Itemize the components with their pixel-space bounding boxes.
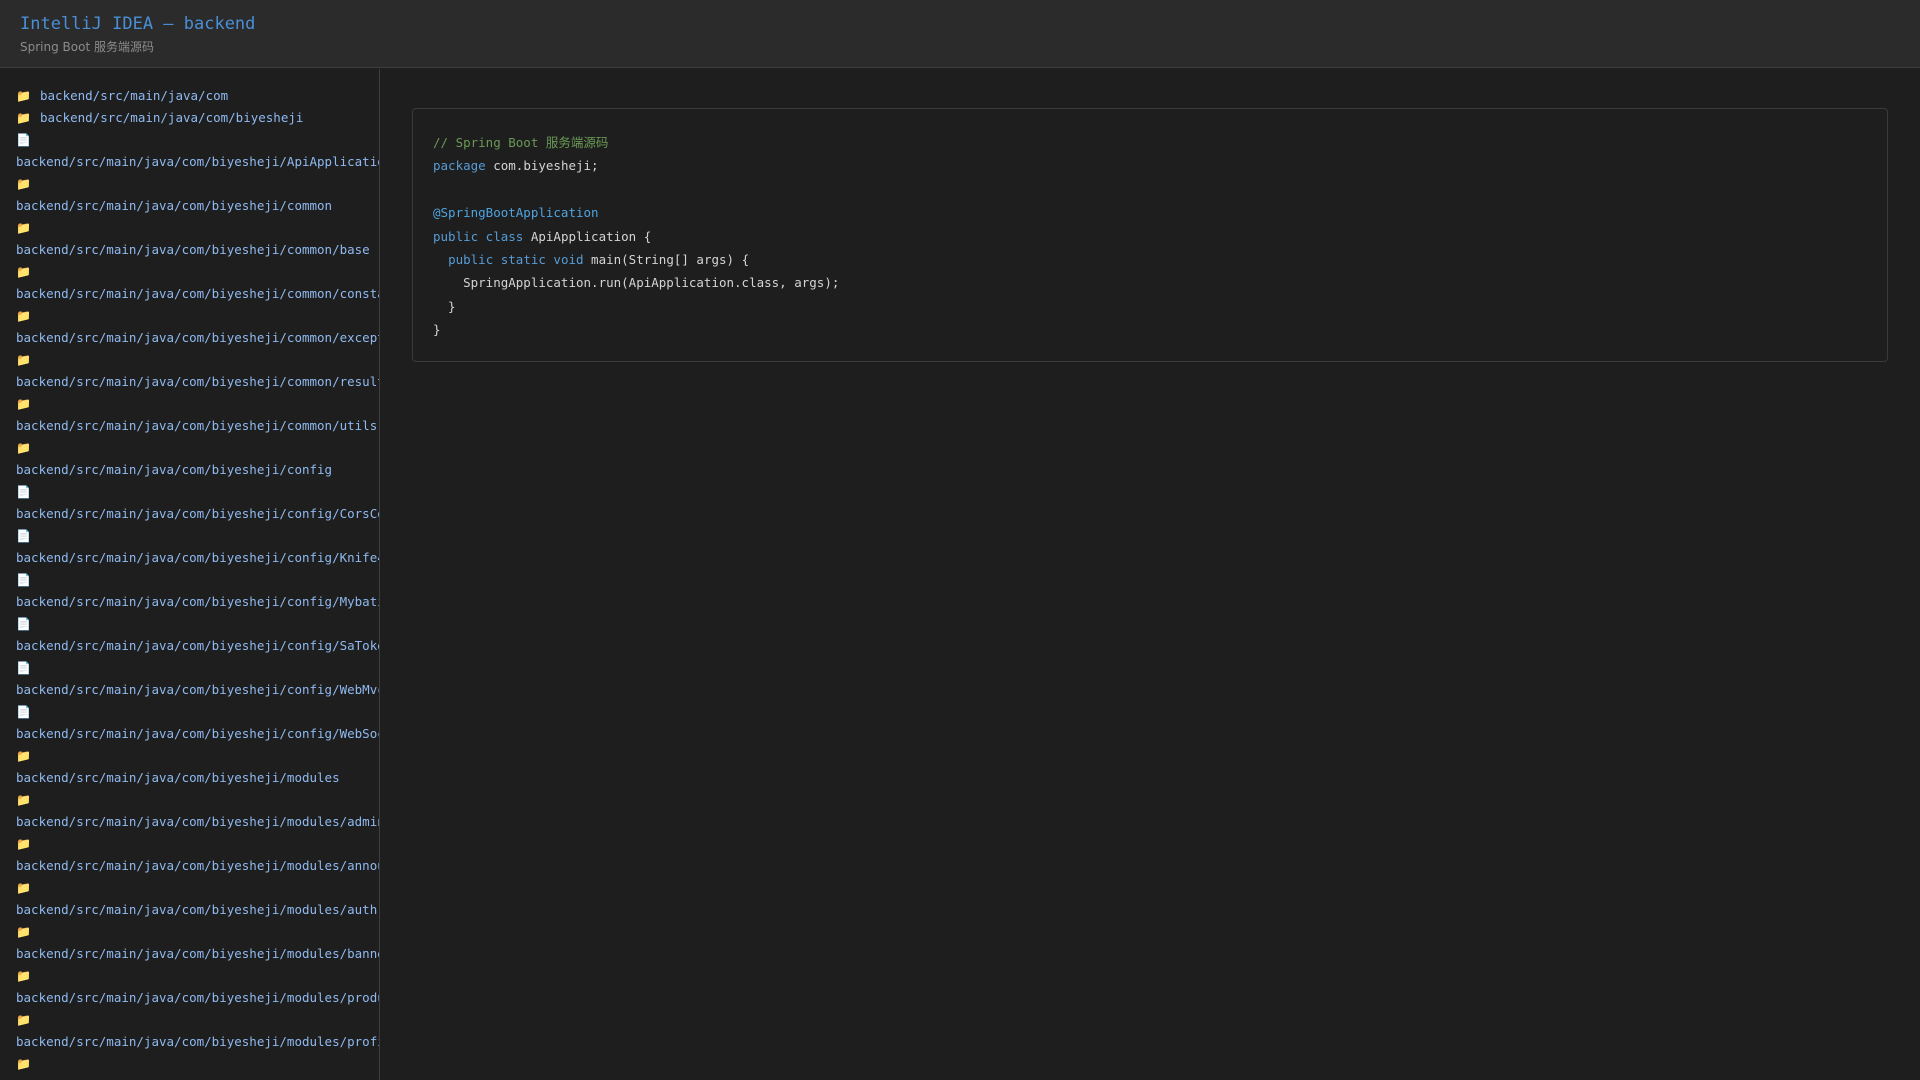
code-token: public class <box>433 228 524 244</box>
tree-item-path: backend/src/main/java/com/biyesheji/conf… <box>16 462 333 477</box>
tree-file-item[interactable]: 📄 backend/src/main/java/com/biyesheji/con… <box>16 613 379 657</box>
code-line: } <box>433 318 1867 341</box>
tree-folder-item[interactable]: 📁 backend/src/main/java/com/biyesheji/com… <box>16 305 380 349</box>
code-token: public static void <box>448 251 584 267</box>
tree-item-path: backend/src/main/java/com/biyesheji/conf… <box>16 638 379 653</box>
folder-icon: 📁 <box>16 969 31 983</box>
tree-folder-item[interactable]: 📁 backend/src/main/java/com/biyesheji/com… <box>16 393 379 437</box>
code-line: public class ApiApplication { <box>433 225 1867 248</box>
tree-item-path: backend/src/main/java/com/biyesheji/modu… <box>16 990 380 1005</box>
tree-folder-item[interactable]: 📁 backend/src/main/java/com/biyesheji/mod… <box>16 745 379 789</box>
folder-icon: 📁 <box>16 925 31 939</box>
code-token: } <box>433 298 456 314</box>
file-icon: 📄 <box>16 485 31 499</box>
tree-item-path: backend/src/main/java/com/biyesheji/modu… <box>16 770 340 785</box>
tree-item-path: backend/src/main/java/com/biyesheji/conf… <box>16 726 379 741</box>
code-line: public static void main(String[] args) { <box>433 248 1867 271</box>
project-tree-panel[interactable]: 📁 backend/src/main/java/com 📁 backend/src/m… <box>0 69 380 1080</box>
file-icon: 📄 <box>16 705 31 719</box>
file-icon: 📄 <box>16 617 31 631</box>
file-icon: 📄 <box>16 133 31 147</box>
folder-icon: 📁 <box>16 309 31 323</box>
folder-icon: 📁 <box>16 749 31 763</box>
tree-folder-item[interactable]: 📁 backend/src/main/java/com/biyesheji/com… <box>16 349 380 393</box>
code-token: main(String[] args) { <box>583 251 750 267</box>
code-token: SpringApplication.run(ApiApplication.cla… <box>433 275 840 291</box>
folder-icon: 📁 <box>16 221 31 235</box>
tree-file-item[interactable]: 📄 backend/src/main/java/com/biyesheji/con… <box>16 525 379 569</box>
tree-folder-item[interactable]: 📁 backend/src/main/java/com <box>16 85 379 107</box>
tree-item-path: backend/src/main/java/com/biyesheji/modu… <box>16 946 380 961</box>
tree-item-path: backend/src/main/java/com/biyesheji/comm… <box>16 374 380 389</box>
folder-icon: 📁 <box>16 441 31 455</box>
tree-folder-item[interactable]: 📁 backend/src/main/java/com/biyesheji <box>16 107 379 129</box>
code-editor[interactable]: // Spring Boot 服务端源码 package com.biyeshej… <box>412 108 1888 362</box>
code-token: com.biyesheji; <box>485 158 599 174</box>
tree-item-path: backend/src/main/java/com/biyesheji <box>40 110 304 125</box>
code-line: } <box>433 295 1867 318</box>
file-icon: 📄 <box>16 529 31 543</box>
tree-folder-item[interactable]: 📁 backend/src/main/java/com/biyesheji/com… <box>16 217 379 261</box>
tree-file-item[interactable]: 📄 backend/src/main/java/com/biyesheji/con… <box>16 481 379 525</box>
title-bar: IntelliJ IDEA — backend Spring Boot 服务端源… <box>0 0 1920 68</box>
tree-folder-item[interactable]: 📁 backend/src/main/java/com/biyesheji/con… <box>16 437 379 481</box>
code-token: } <box>433 322 441 338</box>
folder-icon: 📁 <box>16 353 31 367</box>
ide-window: IntelliJ IDEA — backend Spring Boot 服务端源… <box>0 0 1920 1080</box>
file-icon: 📄 <box>16 573 31 587</box>
tree-item-path: backend/src/main/java/com <box>40 88 229 103</box>
tree-file-item[interactable]: 📄 backend/src/main/java/com/biyesheji/Api… <box>16 129 379 173</box>
tree-item-path: backend/src/main/java/com/biyesheji/comm… <box>16 418 378 433</box>
code-line: package com.biyesheji; <box>433 154 1867 177</box>
tree-folder-item[interactable]: 📁 backend/src/main/java/com/biyesheji/mod… <box>16 789 380 833</box>
tree-folder-item[interactable]: 📁 backend/src/main/java/com/biyesheji/com… <box>16 173 379 217</box>
tree-folder-item[interactable]: 📁 backend/src/main/java/com/biyesheji/mod… <box>16 833 380 877</box>
window-title: IntelliJ IDEA — backend <box>20 14 256 34</box>
tree-item-path: backend/src/main/java/com/biyesheji/modu… <box>16 858 380 873</box>
folder-icon: 📁 <box>16 89 31 103</box>
tree-file-item[interactable]: 📄 backend/src/main/java/com/biyesheji/con… <box>16 701 379 745</box>
code-token: // Spring Boot 服务端源码 <box>433 135 609 150</box>
tree-item-path: backend/src/main/java/com/biyesheji/conf… <box>16 550 379 565</box>
tree-item-path: backend/src/main/java/com/biyesheji/modu… <box>16 814 380 829</box>
code-token: package <box>433 158 486 174</box>
code-line: SpringApplication.run(ApiApplication.cla… <box>433 271 1867 294</box>
tree-item-path: backend/src/main/java/com/biyesheji/conf… <box>16 506 379 521</box>
folder-icon: 📁 <box>16 397 31 411</box>
tree-item-path: backend/src/main/java/com/biyesheji/comm… <box>16 198 333 213</box>
folder-icon: 📁 <box>16 265 31 279</box>
tree-file-item[interactable]: 📄 backend/src/main/java/com/biyesheji/con… <box>16 569 379 613</box>
folder-icon: 📁 <box>16 881 31 895</box>
folder-icon: 📁 <box>16 837 31 851</box>
tree-item-path: backend/src/main/java/com/biyesheji/comm… <box>16 242 370 257</box>
tree-folder-item[interactable]: 📁 backend/src/main/java/com/biyesheji/mod… <box>16 877 379 921</box>
code-line: @SpringBootApplication <box>433 201 1867 224</box>
tree-item-path: backend/src/main/java/com/biyesheji/conf… <box>16 594 379 609</box>
tree-folder-item[interactable]: 📁 <box>16 1053 379 1075</box>
tree-item-path: backend/src/main/java/com/biyesheji/modu… <box>16 902 378 917</box>
folder-icon: 📁 <box>16 111 31 125</box>
file-icon: 📄 <box>16 661 31 675</box>
tree-folder-item[interactable]: 📁 backend/src/main/java/com/biyesheji/mod… <box>16 1009 380 1053</box>
code-token: @SpringBootApplication <box>433 205 599 221</box>
tree-folder-item[interactable]: 📁 backend/src/main/java/com/biyesheji/mod… <box>16 965 380 1009</box>
window-subtitle: Spring Boot 服务端源码 <box>20 40 154 54</box>
tree-item-path: backend/src/main/java/com/biyesheji/ApiA… <box>16 154 379 169</box>
tree-item-path: backend/src/main/java/com/biyesheji/comm… <box>16 286 380 301</box>
code-token: ApiApplication { <box>523 228 652 244</box>
folder-icon: 📁 <box>16 177 31 191</box>
folder-icon: 📁 <box>16 1013 31 1027</box>
folder-icon: 📁 <box>16 793 31 807</box>
tree-item-path: backend/src/main/java/com/biyesheji/comm… <box>16 330 380 345</box>
tree-item-path: backend/src/main/java/com/biyesheji/modu… <box>16 1034 380 1049</box>
tree-folder-item[interactable]: 📁 backend/src/main/java/com/biyesheji/com… <box>16 261 380 305</box>
tree-folder-item[interactable]: 📁 backend/src/main/java/com/biyesheji/mod… <box>16 921 380 965</box>
tree-file-item[interactable]: 📄 backend/src/main/java/com/biyesheji/con… <box>16 657 379 701</box>
folder-icon: 📁 <box>16 1057 31 1071</box>
code-line: // Spring Boot 服务端源码 <box>433 131 1867 154</box>
project-tree: 📁 backend/src/main/java/com 📁 backend/src/m… <box>0 69 379 1075</box>
tree-item-path: backend/src/main/java/com/biyesheji/conf… <box>16 682 379 697</box>
